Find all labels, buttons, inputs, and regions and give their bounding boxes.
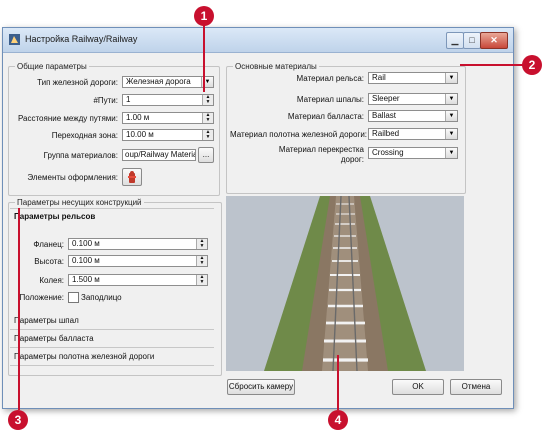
browse-material-group-button[interactable]: ... [198, 147, 214, 163]
chevron-down-icon: ▼ [445, 73, 457, 83]
railbed-material-label: Материал полотна железной дороги: [230, 130, 368, 139]
chevron-down-icon: ▼ [445, 94, 457, 104]
callout-1: 1 [194, 6, 214, 26]
rail-type-label: Тип железной дороги: [37, 78, 118, 87]
ballast-material-value: Ballast [372, 111, 397, 120]
flange-spinbox[interactable]: 0.100 м ▲ ▼ [68, 238, 208, 250]
title-bar[interactable]: Настройка Railway/Railway ▁ □ ✕ [3, 28, 513, 53]
close-icon: ✕ [490, 35, 498, 45]
callout-2: 2 [522, 55, 542, 75]
chevron-down-icon: ▼ [445, 129, 457, 139]
decor-button[interactable] [122, 168, 142, 186]
app-icon [9, 34, 20, 45]
rail-material-value: Rail [372, 73, 386, 82]
chevron-down-icon: ▼ [445, 148, 457, 158]
material-group-field[interactable]: oup/Railway Materials [122, 149, 196, 161]
flange-value: 0.100 м [72, 239, 100, 248]
material-group-value: oup/Railway Materials [125, 150, 196, 159]
spin-arrows-icon[interactable]: ▲ ▼ [202, 130, 213, 140]
ok-button[interactable]: OK [392, 379, 444, 395]
transition-label: Переходная зона: [51, 131, 118, 140]
rail-type-select[interactable]: Железная дорога ▼ [122, 76, 214, 88]
transition-value: 10.00 м [126, 130, 154, 139]
callout-4-line [337, 355, 339, 410]
callout-3: 3 [8, 410, 28, 430]
crossing-material-value: Crossing [372, 148, 404, 157]
sleeper-material-select[interactable]: Sleeper ▼ [368, 93, 458, 105]
tab-rail-params[interactable]: Параметры рельсов [14, 212, 95, 221]
rail-material-select[interactable]: Rail ▼ [368, 72, 458, 84]
tracks-spinbox[interactable]: 1 ▲ ▼ [122, 94, 214, 106]
tab-ballast-params[interactable]: Параметры балласта [10, 330, 214, 348]
tab-railbed-params[interactable]: Параметры полотна железной дороги [10, 348, 214, 366]
cancel-button[interactable]: Отмена [450, 379, 502, 395]
callout-2-line [460, 64, 530, 66]
railbed-material-select[interactable]: Railbed ▼ [368, 128, 458, 140]
sleeper-material-value: Sleeper [372, 94, 400, 103]
callout-1-line [203, 20, 205, 92]
materials-legend: Основные материалы [235, 62, 317, 71]
sleeper-material-label: Материал шпалы: [296, 95, 364, 104]
height-spinbox[interactable]: 0.100 м ▲ ▼ [68, 255, 208, 267]
flush-checkbox[interactable] [68, 292, 79, 303]
rail-material-label: Материал рельса: [296, 74, 364, 83]
minimize-icon: ▁ [451, 35, 459, 45]
tracks-label: #Пути: [93, 96, 118, 105]
spin-arrows-icon[interactable]: ▲ ▼ [202, 113, 213, 123]
tab-sleeper-params[interactable]: Параметры шпал [10, 312, 214, 330]
structure-params-legend: Параметры несущих конструкций [17, 198, 142, 207]
height-value: 0.100 м [72, 256, 100, 265]
track-preview[interactable] [226, 196, 464, 371]
callout-4: 4 [328, 410, 348, 430]
spin-arrows-icon[interactable]: ▲ ▼ [196, 239, 207, 249]
distance-spinbox[interactable]: 1.00 м ▲ ▼ [122, 112, 214, 124]
gauge-spinbox[interactable]: 1.500 м ▲ ▼ [68, 274, 208, 286]
distance-label: Расстояние между путями: [17, 114, 118, 123]
railbed-material-value: Railbed [372, 129, 400, 138]
general-params-legend: Общие параметры [17, 62, 87, 71]
maximize-icon: □ [469, 35, 475, 45]
gauge-value: 1.500 м [72, 275, 100, 284]
maximize-button[interactable]: □ [463, 32, 481, 49]
transition-spinbox[interactable]: 10.00 м ▲ ▼ [122, 129, 214, 141]
crossing-material-select[interactable]: Crossing ▼ [368, 147, 458, 159]
ballast-material-select[interactable]: Ballast ▼ [368, 110, 458, 122]
spin-arrows-icon[interactable]: ▲ ▼ [196, 275, 207, 285]
reset-camera-button[interactable]: Сбросить камеру [227, 379, 295, 395]
railway-preview-image [226, 196, 464, 371]
spin-arrows-icon[interactable]: ▲ ▼ [202, 95, 213, 105]
window-title: Настройка Railway/Railway [25, 34, 138, 44]
callout-3-line [18, 208, 20, 410]
minimize-button[interactable]: ▁ [446, 32, 464, 49]
rail-type-value: Железная дорога [126, 77, 191, 86]
chevron-down-icon: ▼ [445, 111, 457, 121]
ballast-material-label: Материал балласта: [287, 112, 364, 121]
material-group-label: Группа материалов: [43, 151, 118, 160]
tracks-value: 1 [126, 95, 131, 104]
fire-hydrant-icon [128, 171, 136, 183]
spin-arrows-icon[interactable]: ▲ ▼ [196, 256, 207, 266]
crossing-material-label: Материал перекрестка дорог: [278, 145, 364, 164]
distance-value: 1.00 м [126, 113, 150, 122]
close-button[interactable]: ✕ [480, 32, 508, 49]
flush-label: Заподлицо [81, 293, 122, 302]
decor-label: Элементы оформления: [27, 173, 118, 182]
